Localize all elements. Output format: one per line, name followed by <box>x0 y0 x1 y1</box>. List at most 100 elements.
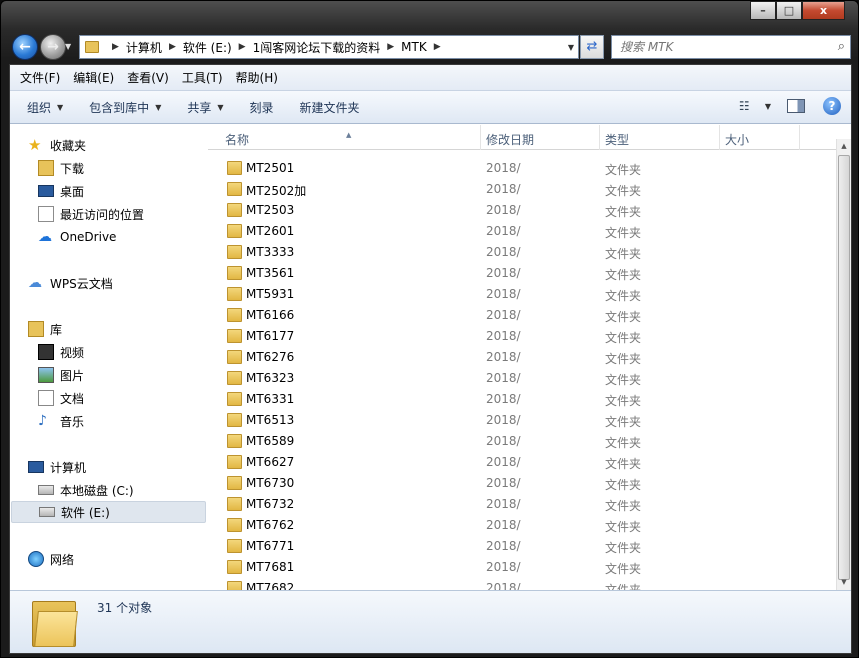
nav-drive-c[interactable]: 本地磁盘 (C:) <box>38 479 134 501</box>
recent-pages-dropdown-icon[interactable]: ▼ <box>65 42 71 51</box>
file-type: 文件夹 <box>605 499 642 513</box>
column-header-date[interactable]: 修改日期 <box>486 131 534 148</box>
folder-icon <box>227 161 242 175</box>
table-row[interactable]: MT2503 2018/文件夹 <box>208 200 838 221</box>
nav-pictures[interactable]: 图片 <box>38 364 84 386</box>
nav-pictures-label: 图片 <box>60 368 85 383</box>
include-in-library-button[interactable]: 包含到库中 ▼ <box>89 99 161 116</box>
table-row[interactable]: MT5931 2018/文件夹 <box>208 284 838 305</box>
chevron-right-icon[interactable]: ▶ <box>169 42 176 52</box>
nav-music[interactable]: ♪ 音乐 <box>38 410 84 432</box>
view-options-icon[interactable]: ☷ <box>739 99 757 113</box>
table-row[interactable]: MT6771 2018/文件夹 <box>208 536 838 557</box>
nav-computer[interactable]: 计算机 <box>28 456 86 478</box>
help-icon[interactable]: ? <box>823 97 841 115</box>
nav-network[interactable]: 网络 <box>28 548 74 570</box>
chevron-right-icon[interactable]: ▶ <box>239 42 246 52</box>
share-button[interactable]: 共享 ▼ <box>187 99 223 116</box>
maximize-icon[interactable]: □ <box>776 1 802 20</box>
table-row[interactable]: MT6627 2018/文件夹 <box>208 452 838 473</box>
file-type: 文件夹 <box>605 289 642 303</box>
file-type: 文件夹 <box>605 457 642 471</box>
menu-edit[interactable]: 编辑(E) <box>73 69 114 86</box>
table-row[interactable]: MT6276 2018/文件夹 <box>208 347 838 368</box>
column-header-type[interactable]: 类型 <box>605 131 629 148</box>
nav-desktop[interactable]: 桌面 <box>38 180 84 202</box>
folder-icon <box>227 308 242 322</box>
nav-downloads[interactable]: 下载 <box>38 157 84 179</box>
column-divider[interactable] <box>480 125 481 150</box>
table-row[interactable]: MT3333 2018/文件夹 <box>208 242 838 263</box>
close-icon[interactable]: x <box>802 1 845 20</box>
chevron-right-icon[interactable]: ▶ <box>434 42 441 52</box>
file-type: 文件夹 <box>605 331 642 345</box>
breadcrumb-downloads-folder[interactable]: 1闯客网论坛下载的资料 <box>253 39 381 56</box>
table-row[interactable]: MT6589 2018/文件夹 <box>208 431 838 452</box>
nav-libraries[interactable]: 库 <box>28 318 62 340</box>
nav-drive-e-label: 软件 (E:) <box>61 505 110 520</box>
nav-drive-e[interactable]: 软件 (E:) <box>11 501 206 523</box>
refresh-button[interactable]: ⇄ <box>580 35 604 59</box>
search-icon[interactable]: ⌕ <box>838 39 845 54</box>
search-input[interactable] <box>612 36 812 58</box>
column-divider[interactable] <box>599 125 600 150</box>
search-box[interactable]: ⌕ <box>611 35 851 59</box>
organize-button[interactable]: 组织 ▼ <box>27 99 63 116</box>
object-count: 31 个对象 <box>97 601 153 615</box>
file-modified-date: 2018/ <box>486 539 521 553</box>
table-row[interactable]: MT6323 2018/文件夹 <box>208 368 838 389</box>
nav-network-label: 网络 <box>50 552 75 567</box>
menu-tools[interactable]: 工具(T) <box>182 69 223 86</box>
folder-icon <box>227 371 242 385</box>
menu-view[interactable]: 查看(V) <box>127 69 169 86</box>
address-history-dropdown-icon[interactable]: ▼ <box>568 43 574 52</box>
forward-button[interactable]: → <box>40 34 66 60</box>
table-row[interactable]: MT7682 2018/文件夹 <box>208 578 838 590</box>
table-row[interactable]: MT3561 2018/文件夹 <box>208 263 838 284</box>
column-divider[interactable] <box>799 125 800 150</box>
table-row[interactable]: MT6762 2018/文件夹 <box>208 515 838 536</box>
scroll-down-icon[interactable]: ▼ <box>837 575 851 590</box>
scroll-up-icon[interactable]: ▲ <box>837 139 851 154</box>
file-type: 文件夹 <box>605 247 642 261</box>
chevron-right-icon[interactable]: ▶ <box>112 42 119 52</box>
nav-documents[interactable]: 文档 <box>38 387 84 409</box>
back-button[interactable]: ← <box>12 34 38 60</box>
nav-favorites[interactable]: ★ 收藏夹 <box>28 134 86 156</box>
table-row[interactable]: MT7681 2018/文件夹 <box>208 557 838 578</box>
table-row[interactable]: MT6166 2018/文件夹 <box>208 305 838 326</box>
menu-help[interactable]: 帮助(H) <box>236 69 278 86</box>
table-row[interactable]: MT6177 2018/文件夹 <box>208 326 838 347</box>
file-name: MT7682 <box>246 581 295 590</box>
table-row[interactable]: MT6730 2018/文件夹 <box>208 473 838 494</box>
breadcrumb-mtk[interactable]: MTK <box>401 40 427 54</box>
menu-file[interactable]: 文件(F) <box>20 69 60 86</box>
nav-wps-cloud[interactable]: ☁ WPS云文档 <box>28 272 113 294</box>
nav-recent-places[interactable]: 最近访问的位置 <box>38 203 144 225</box>
window-controls: – □ x <box>750 1 845 20</box>
address-bar[interactable]: ▶ 计算机 ▶ 软件 (E:) ▶ 1闯客网论坛下载的资料 ▶ MTK ▶ ▼ <box>79 35 579 59</box>
new-folder-button[interactable]: 新建文件夹 <box>300 99 360 116</box>
column-divider[interactable] <box>719 125 720 150</box>
chevron-right-icon[interactable]: ▶ <box>387 42 394 52</box>
column-header-size[interactable]: 大小 <box>725 131 749 148</box>
preview-pane-icon[interactable] <box>787 99 805 113</box>
breadcrumb-drive-e[interactable]: 软件 (E:) <box>183 39 232 56</box>
table-row[interactable]: MT2502加 2018/文件夹 <box>208 179 838 200</box>
table-row[interactable]: MT2601 2018/文件夹 <box>208 221 838 242</box>
nav-onedrive[interactable]: ☁ OneDrive <box>38 226 116 248</box>
column-header-name[interactable]: 名称 <box>225 131 249 148</box>
burn-button[interactable]: 刻录 <box>250 99 274 116</box>
table-row[interactable]: MT2501 2018/文件夹 <box>208 158 838 179</box>
table-row[interactable]: MT6513 2018/文件夹 <box>208 410 838 431</box>
nav-videos[interactable]: 视频 <box>38 341 84 363</box>
scrollbar-thumb[interactable] <box>838 155 850 580</box>
file-modified-date: 2018/ <box>486 581 521 590</box>
minimize-icon[interactable]: – <box>750 1 776 20</box>
vertical-scrollbar[interactable]: ▲ ▼ <box>836 139 851 590</box>
breadcrumb-computer[interactable]: 计算机 <box>126 39 162 56</box>
table-row[interactable]: MT6732 2018/文件夹 <box>208 494 838 515</box>
file-name: MT6331 <box>246 392 295 406</box>
view-dropdown-icon[interactable]: ▼ <box>765 102 771 111</box>
table-row[interactable]: MT6331 2018/文件夹 <box>208 389 838 410</box>
